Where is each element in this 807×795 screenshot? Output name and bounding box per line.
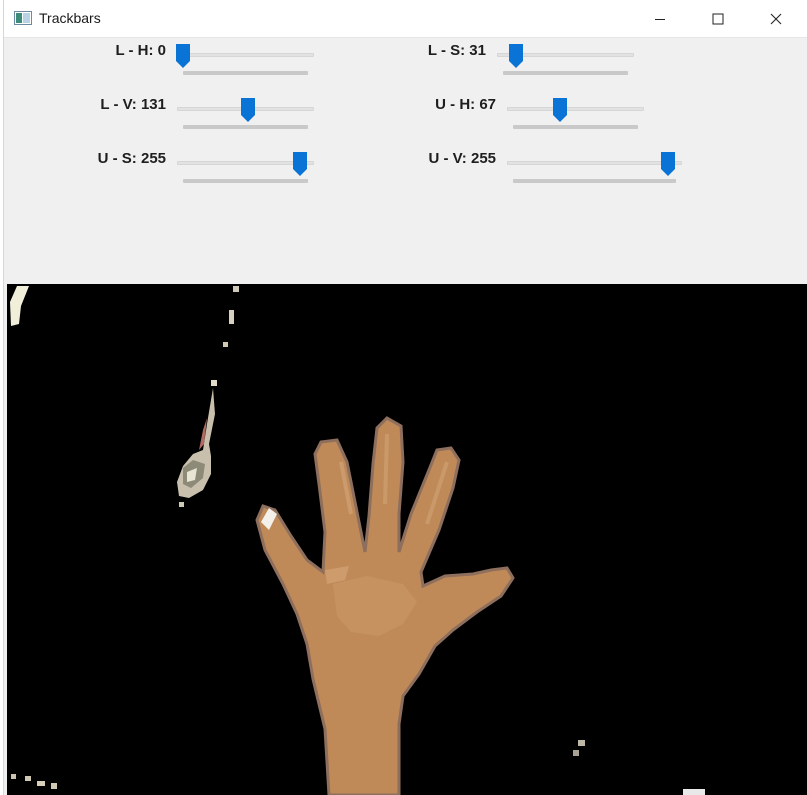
trackbar-baseline-l-v [183, 125, 308, 129]
trackbar-track-l-h[interactable] [177, 53, 314, 57]
noise-speck [11, 774, 16, 779]
trackbar-label-l-h: L - H: 0 [115, 42, 166, 59]
trackbar-baseline-u-h [513, 125, 638, 129]
trackbars-window: Trackbars L - H: 0 L - S: 31 L - V: 131 … [3, 0, 807, 795]
trackbar-thumb-l-s[interactable] [509, 44, 524, 68]
noise-speck [25, 776, 31, 781]
hand-silhouette [255, 416, 515, 795]
trackbar-baseline-u-s [183, 179, 308, 183]
maximize-button[interactable] [689, 0, 747, 38]
noise-speck [578, 740, 585, 746]
trackbar-track-u-h[interactable] [507, 107, 644, 111]
trackbar-thumb-u-h[interactable] [553, 98, 568, 122]
noise-speck [229, 310, 234, 324]
trackbar-label-u-s: U - S: 255 [97, 150, 166, 167]
noise-speck [179, 502, 184, 507]
trackbar-label-l-v: L - V: 131 [100, 96, 166, 113]
noise-blob [10, 286, 29, 326]
noise-speck [683, 789, 705, 795]
window-app-icon [14, 11, 32, 25]
masked-frame [10, 286, 705, 795]
maximize-icon [712, 13, 724, 25]
close-button[interactable] [747, 0, 805, 38]
minimize-button[interactable] [631, 0, 689, 38]
minimize-icon [655, 19, 665, 20]
pen-object [177, 388, 215, 498]
trackbar-baseline-l-s [503, 71, 628, 75]
title-bar[interactable]: Trackbars [4, 0, 807, 38]
close-icon [770, 13, 782, 25]
noise-speck [573, 750, 579, 756]
trackbar-label-u-v: U - V: 255 [428, 150, 496, 167]
noise-speck [211, 380, 217, 386]
trackbar-thumb-u-s[interactable] [293, 152, 307, 176]
mask-video-output [7, 284, 807, 795]
noise-speck [223, 342, 228, 347]
trackbar-label-l-s: L - S: 31 [427, 42, 486, 59]
trackbar-baseline-u-v [513, 179, 676, 183]
noise-speck [233, 286, 239, 292]
trackbar-thumb-l-v[interactable] [240, 98, 255, 122]
trackbar-baseline-l-h [183, 71, 308, 75]
trackbar-track-u-v[interactable] [507, 161, 682, 165]
window-title: Trackbars [39, 10, 101, 26]
noise-speck [37, 781, 45, 786]
trackbar-thumb-l-h[interactable] [176, 44, 190, 68]
trackbar-thumb-u-v[interactable] [661, 152, 675, 176]
trackbar-panel: L - H: 0 L - S: 31 L - V: 131 U - H: 67 … [4, 38, 807, 284]
trackbar-label-u-h: U - H: 67 [435, 96, 496, 113]
noise-speck [51, 783, 57, 789]
